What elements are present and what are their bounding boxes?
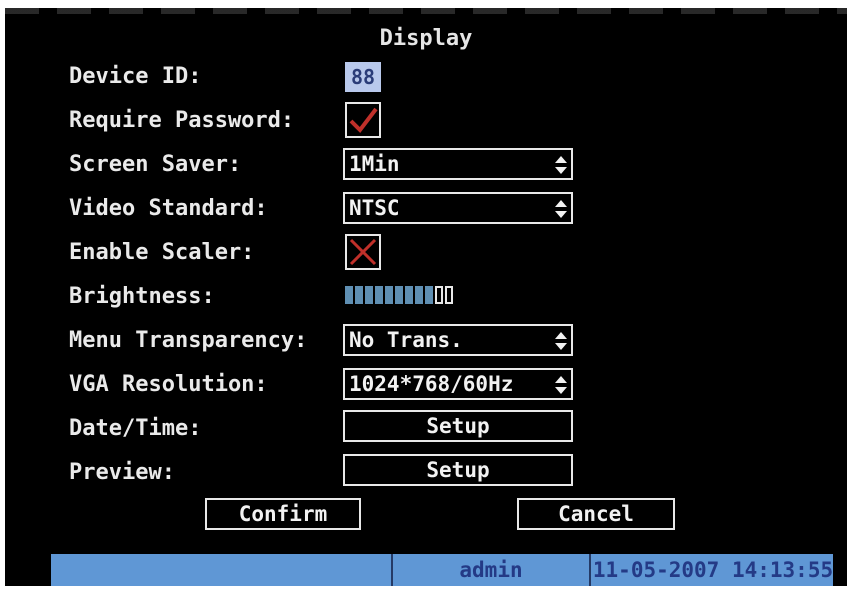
status-user: admin	[391, 554, 589, 586]
dvr-screen: Display Device ID: 88 Require Password: …	[5, 8, 847, 586]
cross-icon	[349, 238, 377, 266]
brightness-segment	[345, 286, 353, 304]
screen-saver-label: Screen Saver:	[69, 152, 242, 177]
vga-resolution-label: VGA Resolution:	[69, 372, 268, 397]
brightness-segment	[425, 286, 433, 304]
brightness-slider[interactable]	[345, 286, 453, 304]
menu-transparency-label: Menu Transparency:	[69, 328, 308, 353]
menu-transparency-select[interactable]: No Trans.	[343, 324, 573, 356]
brightness-segment	[395, 286, 403, 304]
brightness-segment	[355, 286, 363, 304]
video-standard-select[interactable]: NTSC	[343, 192, 573, 224]
status-bar: admin 11-05-2007 14:13:55	[51, 554, 833, 586]
device-id-field[interactable]: 88	[345, 62, 381, 92]
menu-transparency-value: No Trans.	[349, 328, 463, 352]
preview-label: Preview:	[69, 460, 175, 485]
spinner-arrows-icon	[555, 376, 567, 394]
checkmark-icon	[349, 107, 378, 134]
brightness-segment	[445, 286, 453, 304]
page-title: Display	[379, 26, 473, 51]
spinner-arrows-icon	[555, 200, 567, 218]
brightness-segment	[365, 286, 373, 304]
screen-saver-value: 1Min	[349, 152, 400, 176]
vga-resolution-value: 1024*768/60Hz	[349, 372, 514, 396]
date-time-label: Date/Time:	[69, 416, 202, 441]
enable-scaler-label: Enable Scaler:	[69, 240, 255, 265]
brightness-label: Brightness:	[69, 284, 215, 309]
confirm-button[interactable]: Confirm	[205, 498, 361, 530]
brightness-segment	[375, 286, 383, 304]
require-password-checkbox[interactable]	[345, 102, 381, 138]
spinner-arrows-icon	[555, 156, 567, 174]
signal-noise	[5, 8, 847, 14]
status-datetime: 11-05-2007 14:13:55	[589, 554, 835, 586]
device-id-label: Device ID:	[69, 64, 202, 89]
video-standard-value: NTSC	[349, 196, 400, 220]
brightness-segment	[435, 286, 443, 304]
require-password-label: Require Password:	[69, 108, 295, 133]
spinner-arrows-icon	[555, 332, 567, 350]
cancel-button[interactable]: Cancel	[517, 498, 675, 530]
brightness-segment	[415, 286, 423, 304]
vga-resolution-select[interactable]: 1024*768/60Hz	[343, 368, 573, 400]
screen-saver-select[interactable]: 1Min	[343, 148, 573, 180]
date-time-setup-button[interactable]: Setup	[343, 410, 573, 442]
enable-scaler-checkbox[interactable]	[345, 234, 381, 270]
brightness-segment	[385, 286, 393, 304]
preview-setup-button[interactable]: Setup	[343, 454, 573, 486]
brightness-segment	[405, 286, 413, 304]
video-standard-label: Video Standard:	[69, 196, 268, 221]
